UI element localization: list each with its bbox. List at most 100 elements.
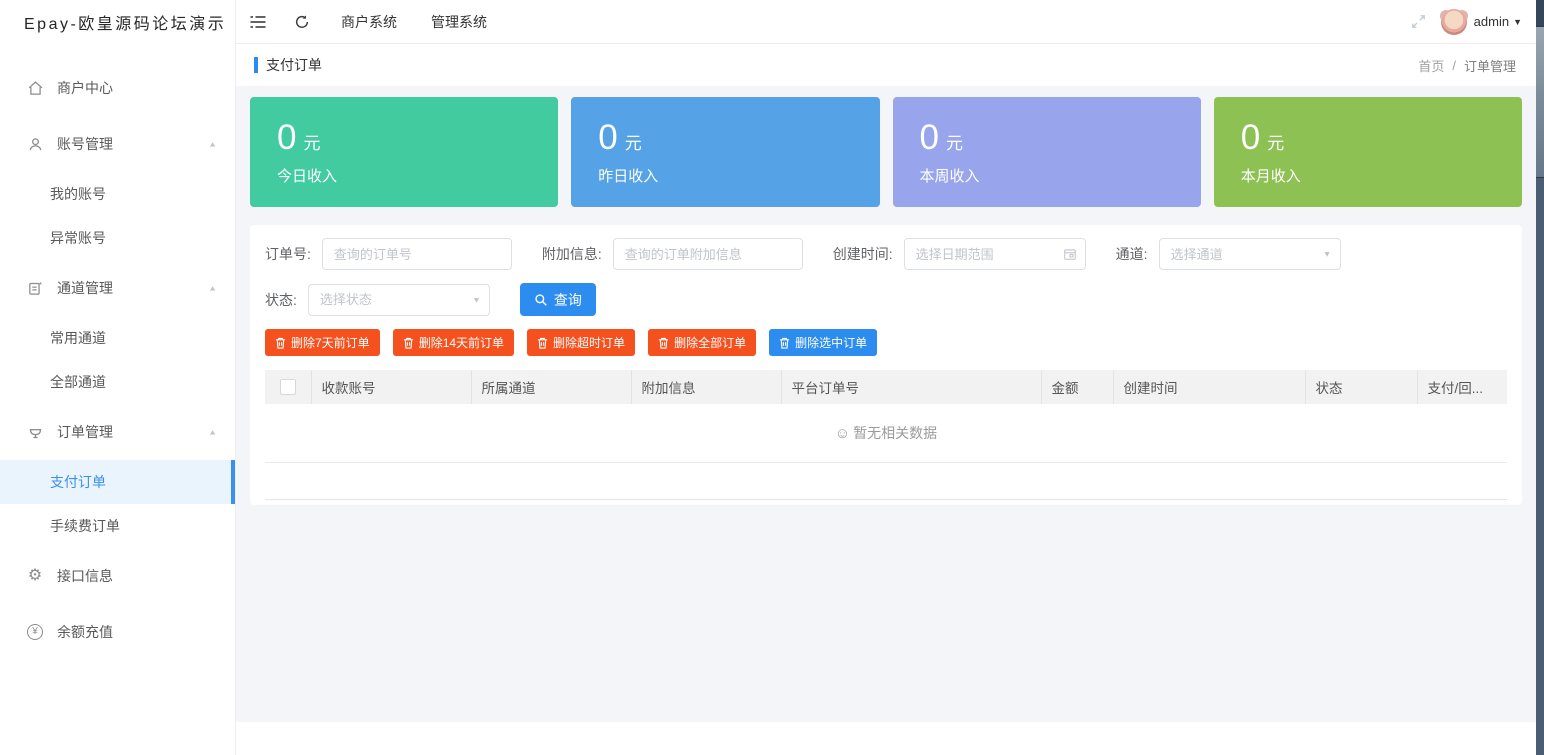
- col-amount: 金额: [1041, 370, 1113, 404]
- fullscreen-icon[interactable]: [1410, 13, 1427, 30]
- empty-row: ☺暂无相关数据: [265, 404, 1507, 462]
- action-label: 删除选中订单: [795, 334, 867, 351]
- breadcrumb: 首页 / 订单管理: [1418, 56, 1516, 75]
- sidebar-subitem-label: 常用通道: [50, 328, 106, 348]
- sidebar-item-abnormal-accounts[interactable]: 异常账号: [0, 216, 235, 260]
- collapse-sidebar-icon[interactable]: [236, 0, 280, 44]
- delete-7days-button[interactable]: 删除7天前订单: [265, 329, 380, 356]
- orders-panel: 订单号: 附加信息: 创建时间: 通: [250, 225, 1522, 505]
- search-button[interactable]: 查询: [520, 283, 596, 316]
- spacer-row: [265, 462, 1507, 499]
- search-icon: [534, 293, 548, 307]
- filter-extra-info: 附加信息:: [542, 238, 803, 270]
- delete-14days-button[interactable]: 删除14天前订单: [393, 329, 514, 356]
- action-label: 删除全部订单: [674, 334, 746, 351]
- page-scrollbar[interactable]: [1536, 0, 1544, 755]
- channel-label: 通道:: [1116, 244, 1148, 264]
- stat-value: 0: [598, 118, 617, 157]
- stat-unit: 元: [625, 134, 642, 153]
- status-label: 状态:: [265, 290, 297, 310]
- trash-icon: [537, 337, 548, 349]
- refresh-icon[interactable]: [280, 0, 324, 44]
- topbar: 商户系统 管理系统 admin ▼: [236, 0, 1536, 44]
- filter-status: 状态: ▼: [265, 284, 490, 316]
- title-accent-bar: [254, 57, 258, 73]
- username-label: admin: [1474, 14, 1509, 29]
- delete-all-button[interactable]: 删除全部订单: [648, 329, 756, 356]
- table-header-row: 收款账号 所属通道 附加信息 平台订单号 金额 创建时间 状态 支付/回...: [265, 370, 1507, 404]
- filter-channel: 通道: ▼: [1116, 238, 1341, 270]
- sidebar-subitem-label: 异常账号: [50, 228, 106, 248]
- sidebar-item-payment-orders[interactable]: 支付订单: [0, 460, 235, 504]
- extra-info-input[interactable]: [613, 238, 803, 270]
- order-no-input[interactable]: [322, 238, 512, 270]
- order-icon: [26, 423, 44, 441]
- sidebar-item-api-info[interactable]: ⚙ 接口信息: [0, 548, 235, 604]
- filter-row-1: 订单号: 附加信息: 创建时间: 通: [265, 238, 1507, 270]
- topbar-right: admin ▼: [1410, 9, 1536, 35]
- select-all-checkbox[interactable]: [280, 379, 296, 395]
- stat-label: 本周收入: [920, 165, 1174, 186]
- stat-cards: 0元 今日收入 0元 昨日收入 0元 本周收入 0元 本月收入: [250, 97, 1522, 207]
- channel-select[interactable]: [1159, 238, 1341, 270]
- sidebar-item-fee-orders[interactable]: 手续费订单: [0, 504, 235, 548]
- user-menu[interactable]: admin ▼: [1474, 14, 1522, 29]
- sidebar-subitem-label: 手续费订单: [50, 516, 120, 536]
- stat-card-yesterday-income: 0元 昨日收入: [571, 97, 879, 207]
- sidebar-item-merchant-center[interactable]: 商户中心: [0, 60, 235, 116]
- orders-table: 收款账号 所属通道 附加信息 平台订单号 金额 创建时间 状态 支付/回... …: [265, 370, 1507, 500]
- caret-up-icon: ▲: [208, 284, 217, 292]
- stat-value: 0: [277, 118, 296, 157]
- avatar[interactable]: [1441, 9, 1467, 35]
- filter-row-2: 状态: ▼ 查询: [265, 283, 1507, 316]
- topbar-link-merchant-system[interactable]: 商户系统: [324, 0, 414, 44]
- scrollbar-cap: [1536, 0, 1544, 26]
- sidebar-item-common-channels[interactable]: 常用通道: [0, 316, 235, 360]
- trash-icon: [779, 337, 790, 349]
- delete-selected-button[interactable]: 删除选中订单: [769, 329, 877, 356]
- sidebar-item-label: 商户中心: [57, 78, 113, 98]
- sidebar-item-channel-mgmt[interactable]: 通道管理 ▲: [0, 260, 235, 316]
- filter-order-no: 订单号:: [265, 238, 512, 270]
- stat-unit: 元: [303, 134, 320, 153]
- user-icon: [26, 135, 44, 153]
- trash-icon: [658, 337, 669, 349]
- topbar-link-admin-system[interactable]: 管理系统: [414, 0, 504, 44]
- col-channel: 所属通道: [471, 370, 631, 404]
- breadcrumb-bar: 支付订单 首页 / 订单管理: [236, 44, 1536, 86]
- breadcrumb-home[interactable]: 首页: [1418, 56, 1444, 75]
- coin-icon: ¥: [26, 623, 44, 641]
- home-icon: [26, 79, 44, 97]
- stat-value: 0: [920, 118, 939, 157]
- stat-unit: 元: [1267, 134, 1284, 153]
- sidebar-item-label: 通道管理: [57, 278, 113, 298]
- sidebar-item-account-mgmt[interactable]: 账号管理 ▲: [0, 116, 235, 172]
- sidebar-subitem-label: 全部通道: [50, 372, 106, 392]
- order-no-label: 订单号:: [265, 244, 311, 264]
- empty-text: 暂无相关数据: [853, 425, 937, 441]
- page-title: 支付订单: [266, 55, 322, 75]
- caret-up-icon: ▲: [208, 140, 217, 148]
- sidebar-item-label: 余额充值: [57, 622, 113, 642]
- col-extra-info: 附加信息: [631, 370, 781, 404]
- stat-card-today-income: 0元 今日收入: [250, 97, 558, 207]
- sidebar-menu: 商户中心 账号管理 ▲ 我的账号 异常账号 通道管理 ▲: [0, 44, 235, 660]
- sidebar-item-order-mgmt[interactable]: 订单管理 ▲: [0, 404, 235, 460]
- gear-icon: ⚙: [26, 567, 44, 585]
- sidebar-item-balance-recharge[interactable]: ¥ 余额充值: [0, 604, 235, 660]
- scrollbar-thumb[interactable]: [1536, 26, 1544, 178]
- status-select[interactable]: [308, 284, 490, 316]
- trash-icon: [275, 337, 286, 349]
- delete-timeout-button[interactable]: 删除超时订单: [527, 329, 635, 356]
- stat-value: 0: [1241, 118, 1260, 157]
- sidebar: Epay-欧皇源码论坛演示 商户中心 账号管理 ▲ 我的账号 异常账号: [0, 0, 236, 755]
- stat-card-month-income: 0元 本月收入: [1214, 97, 1522, 207]
- date-range-input[interactable]: [904, 238, 1086, 270]
- col-pay-callback: 支付/回...: [1417, 370, 1507, 404]
- sidebar-item-my-accounts[interactable]: 我的账号: [0, 172, 235, 216]
- create-time-label: 创建时间:: [833, 244, 893, 264]
- sidebar-item-label: 接口信息: [57, 566, 113, 586]
- col-create-time: 创建时间: [1113, 370, 1305, 404]
- trash-icon: [403, 337, 414, 349]
- sidebar-item-all-channels[interactable]: 全部通道: [0, 360, 235, 404]
